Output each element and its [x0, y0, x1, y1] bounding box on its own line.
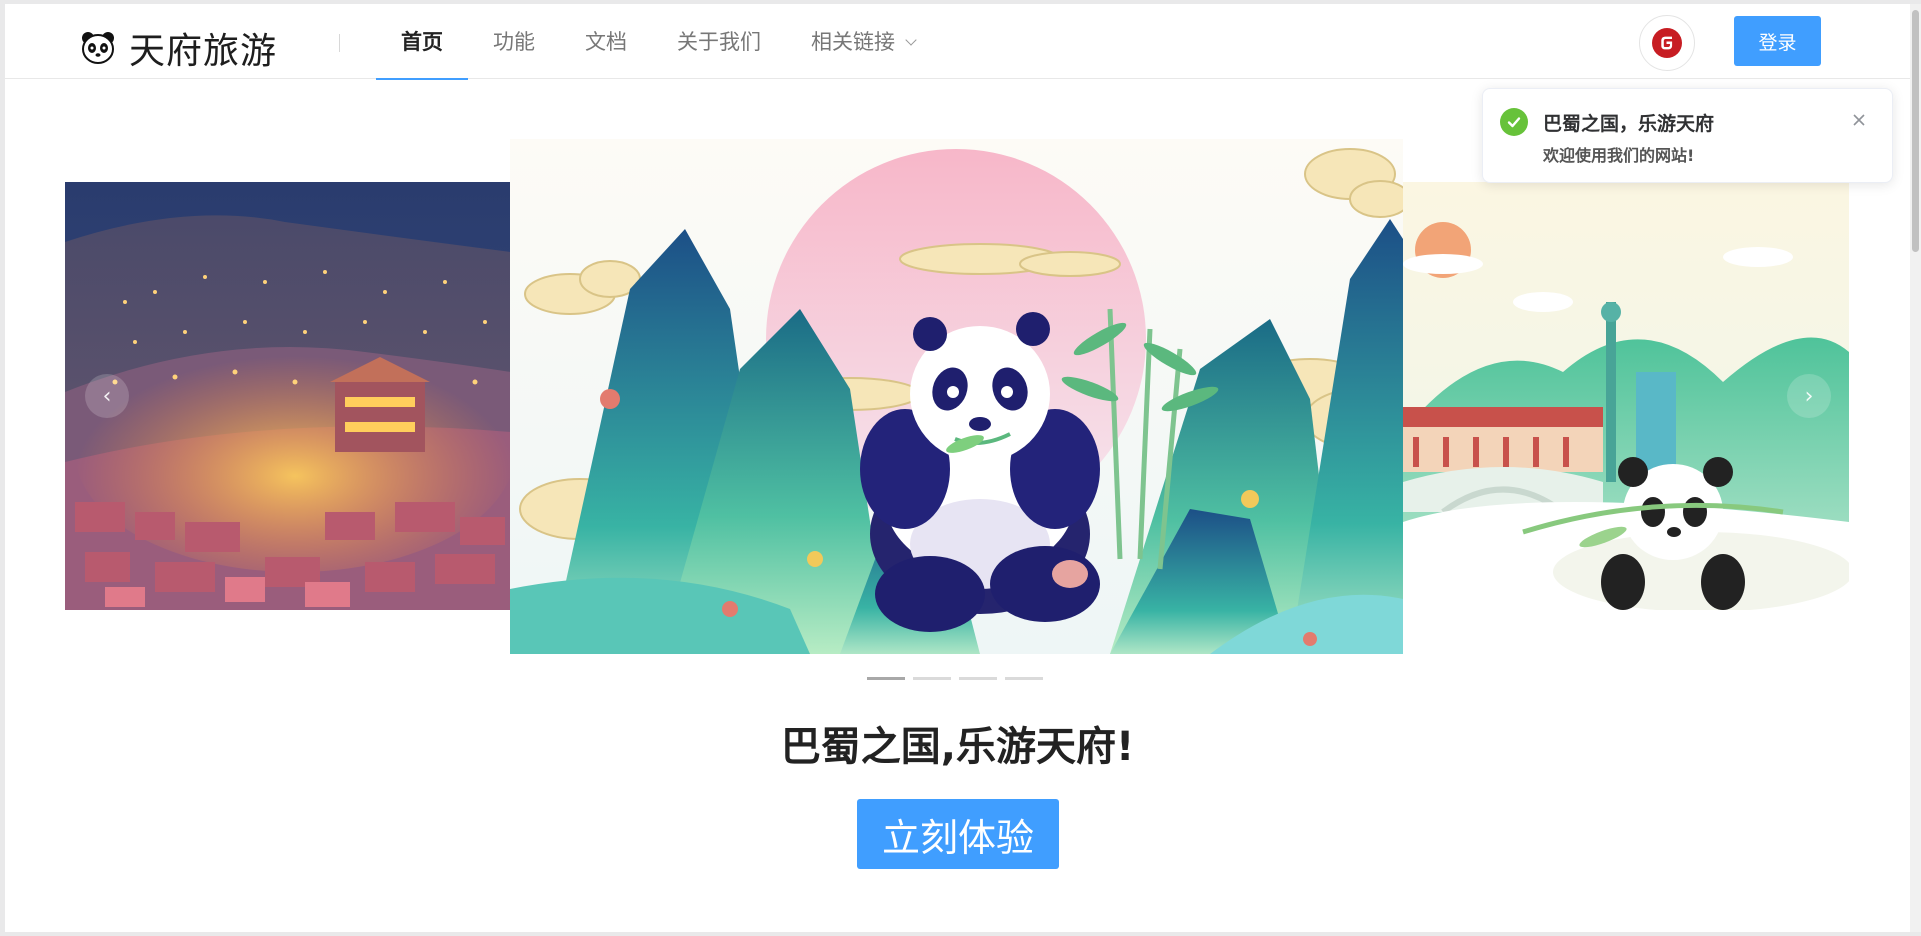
nav-label: 关于我们	[677, 30, 761, 54]
nav-item-about[interactable]: 关于我们	[652, 4, 786, 79]
check-circle-icon	[1500, 108, 1528, 136]
close-icon[interactable]	[1848, 109, 1870, 131]
panda-city-slide[interactable]	[1403, 182, 1849, 610]
brand-name: 天府旅游	[129, 31, 278, 72]
panda-mountains-slide[interactable]	[510, 139, 1403, 654]
carousel-indicator-2[interactable]	[913, 677, 951, 680]
night-town-slide[interactable]	[65, 182, 511, 610]
main-nav: 首页 功能 文档 关于我们 相关链接	[376, 4, 940, 80]
nav-item-links-dropdown[interactable]: 相关链接	[786, 4, 940, 79]
gitee-icon	[1652, 28, 1682, 58]
carousel-indicator-4[interactable]	[1005, 677, 1043, 680]
logo[interactable]: 天府旅游	[81, 22, 277, 74]
nav-label: 文档	[585, 30, 627, 54]
carousel-indicator-3[interactable]	[959, 677, 997, 680]
scrollbar-thumb[interactable]	[1912, 10, 1919, 252]
chevron-down-icon	[905, 34, 917, 46]
nav-label: 首页	[401, 30, 443, 54]
notification-message: 欢迎使用我们的网站!	[1543, 146, 1695, 165]
login-button[interactable]: 登录	[1734, 16, 1821, 66]
carousel-prev-button[interactable]: ‹	[85, 374, 129, 418]
nav-label: 相关链接	[811, 30, 895, 54]
app-frame: 天府旅游 首页 功能 文档 关于我们 相关链接 登录 ‹ › 巴蜀之国,乐游天府…	[5, 4, 1910, 932]
notification-title: 巴蜀之国，乐游天府	[1543, 113, 1715, 135]
success-notification: 巴蜀之国，乐游天府 欢迎使用我们的网站!	[1482, 88, 1893, 183]
nav-item-docs[interactable]: 文档	[560, 4, 652, 79]
try-now-button[interactable]: 立刻体验	[857, 799, 1059, 869]
carousel-indicator-1[interactable]	[867, 677, 905, 680]
top-navbar: 天府旅游 首页 功能 文档 关于我们 相关链接 登录	[5, 4, 1910, 80]
nav-label: 功能	[493, 30, 535, 54]
divider	[339, 34, 340, 52]
panda-logo-icon	[82, 32, 114, 64]
carousel-next-button[interactable]: ›	[1787, 374, 1831, 418]
nav-item-features[interactable]: 功能	[468, 4, 560, 79]
nav-item-home[interactable]: 首页	[376, 4, 468, 80]
gitee-button[interactable]	[1639, 15, 1695, 71]
carousel-indicators	[867, 677, 1043, 680]
slogan: 巴蜀之国,乐游天府!	[780, 724, 1135, 770]
